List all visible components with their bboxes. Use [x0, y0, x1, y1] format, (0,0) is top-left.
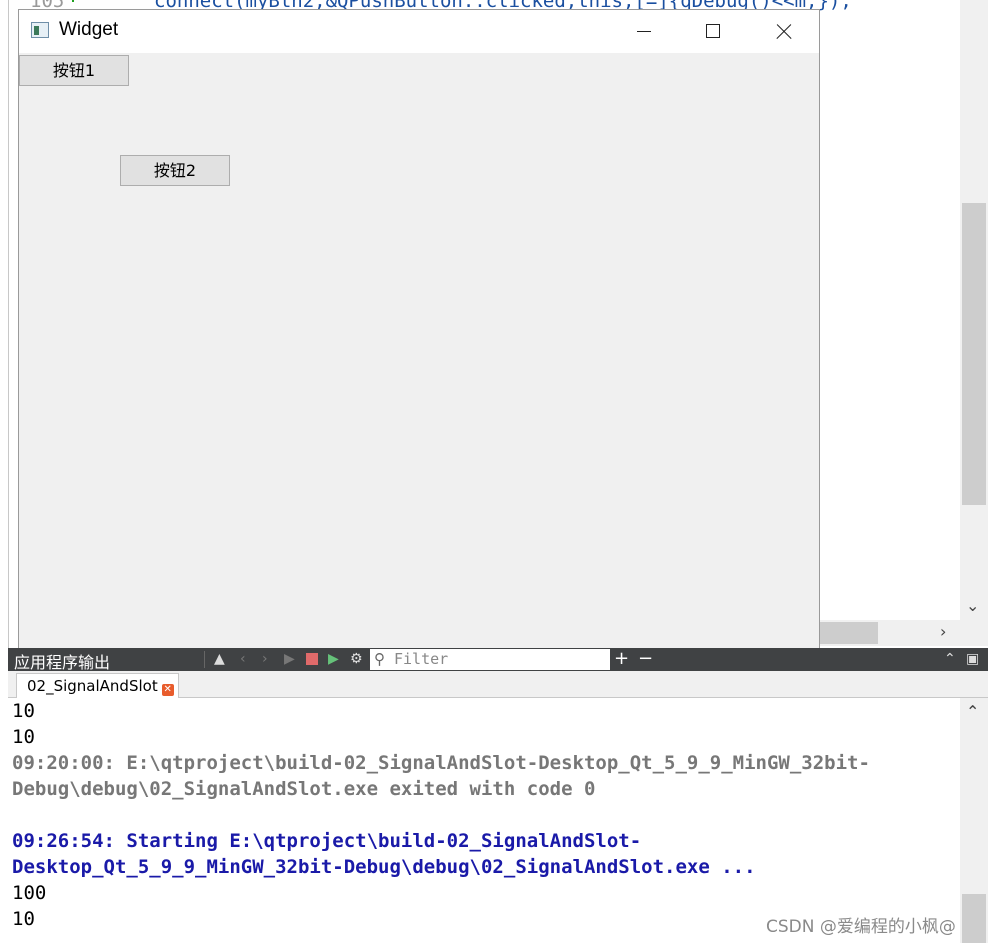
- tab-02-signalandslot[interactable]: 02_SignalAndSlot ✕: [16, 673, 179, 698]
- scroll-up-icon[interactable]: ⌃: [966, 702, 979, 721]
- change-marker: [72, 0, 74, 2]
- next-icon[interactable]: ›: [262, 650, 268, 668]
- window-title: Widget: [59, 19, 119, 40]
- scroll-right-icon[interactable]: ›: [940, 622, 946, 641]
- rerun-icon[interactable]: ▶: [284, 650, 295, 668]
- output-pane-title: 应用程序输出: [14, 653, 111, 672]
- log-line: 09:26:54: Starting E:\qtproject\build-02…: [12, 830, 642, 852]
- log-line: 10: [12, 726, 35, 748]
- attach-debugger-icon[interactable]: ▶: [328, 650, 339, 668]
- watermark: CSDN @爱编程的小枫@: [766, 917, 956, 937]
- scrollbar-thumb[interactable]: [962, 894, 986, 943]
- push-button-2[interactable]: 按钮2: [120, 155, 230, 186]
- scrollbar-thumb[interactable]: [818, 622, 878, 644]
- output-tab-bar: 02_SignalAndSlot ✕: [8, 671, 988, 698]
- title-bar[interactable]: Widget: [19, 10, 819, 53]
- toolbar-separator: [204, 651, 205, 668]
- gear-icon[interactable]: ⚙: [350, 650, 363, 668]
- stop-icon[interactable]: [306, 653, 318, 665]
- minimize-button[interactable]: [620, 10, 666, 53]
- log-line: Desktop_Qt_5_9_9_MinGW_32bit-Debug\debug…: [12, 856, 756, 878]
- editor-horizontal-scrollbar[interactable]: ›: [818, 620, 988, 646]
- log-line: 09:20:00: E:\qtproject\build-02_SignalAn…: [12, 752, 870, 774]
- editor-border: [8, 0, 9, 648]
- output-pane-toolbar: 应用程序输出 ▲ ‹ › ▶ ▶ ⚙ ⚲ Filter + − ⌃ ▣: [8, 648, 988, 672]
- filter-placeholder: Filter: [394, 650, 449, 668]
- filter-input[interactable]: ⚲ Filter: [370, 649, 610, 670]
- log-line: 100: [12, 882, 47, 904]
- close-tab-icon[interactable]: ✕: [161, 684, 174, 696]
- log-line: 10: [12, 700, 35, 722]
- close-button[interactable]: [760, 10, 806, 53]
- tab-label: 02_SignalAndSlot: [27, 677, 158, 695]
- output-log[interactable]: 10 10 09:20:00: E:\qtproject\build-02_Si…: [8, 698, 960, 943]
- output-vertical-scrollbar[interactable]: ⌃: [960, 698, 988, 943]
- search-icon: ⚲: [374, 650, 385, 668]
- log-line: 10: [12, 908, 35, 930]
- editor-vertical-scrollbar[interactable]: ⌄: [960, 0, 988, 620]
- zoom-in-icon[interactable]: +: [614, 650, 629, 668]
- zoom-out-icon[interactable]: −: [638, 650, 653, 668]
- scroll-down-icon[interactable]: ⌄: [966, 596, 979, 615]
- maximize-button[interactable]: [690, 10, 736, 53]
- maximize-pane-icon[interactable]: ⌃: [944, 650, 956, 668]
- widget-window: Widget 按钮1 按钮2: [19, 10, 819, 648]
- close-pane-icon[interactable]: ▣: [966, 650, 979, 668]
- clear-output-icon[interactable]: ▲: [214, 650, 225, 668]
- scrollbar-thumb[interactable]: [962, 203, 986, 505]
- push-button-1[interactable]: 按钮1: [19, 55, 129, 86]
- previous-icon[interactable]: ‹: [240, 650, 246, 668]
- app-window-icon: [31, 22, 49, 38]
- log-line: Debug\debug\02_SignalAndSlot.exe exited …: [12, 778, 596, 800]
